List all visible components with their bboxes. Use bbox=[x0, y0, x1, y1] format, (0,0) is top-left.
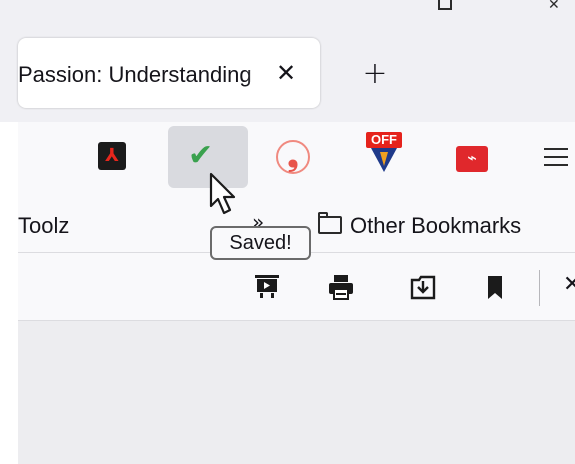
off-badge[interactable]: OFF bbox=[366, 132, 402, 148]
tab-close-icon[interactable]: ✕ bbox=[272, 58, 300, 88]
off-extension-flame-icon bbox=[380, 152, 388, 166]
bookmark-icon[interactable] bbox=[480, 272, 510, 302]
window-close-icon[interactable]: ✕ bbox=[548, 0, 560, 13]
presentation-mode-icon[interactable] bbox=[252, 272, 282, 302]
new-tab-button[interactable]: + bbox=[358, 57, 392, 91]
m-extension-button[interactable]: ⌁ bbox=[456, 146, 488, 172]
other-bookmarks[interactable]: Other Bookmarks bbox=[350, 213, 521, 239]
window-minimize-icon[interactable] bbox=[438, 0, 452, 10]
document-content-area bbox=[18, 321, 575, 464]
bookmark-toolz[interactable]: Toolz bbox=[18, 213, 69, 239]
saved-tooltip: Saved! bbox=[210, 226, 311, 260]
close-icon[interactable]: ✕ bbox=[563, 272, 575, 297]
checkmark-icon: ✔ bbox=[188, 138, 214, 173]
mouse-cursor-icon bbox=[209, 172, 236, 215]
tab-title: Passion: Understanding bbox=[18, 62, 252, 87]
print-icon[interactable] bbox=[326, 272, 356, 302]
quote-extension-button[interactable]: ❟ bbox=[276, 140, 310, 174]
left-edge bbox=[0, 122, 18, 464]
toolbar-separator bbox=[539, 270, 540, 306]
adobe-acrobat-icon: ⅄ bbox=[105, 145, 119, 166]
folder-icon bbox=[318, 216, 342, 234]
save-download-icon[interactable] bbox=[408, 272, 438, 302]
hamburger-menu-icon[interactable] bbox=[544, 146, 574, 170]
